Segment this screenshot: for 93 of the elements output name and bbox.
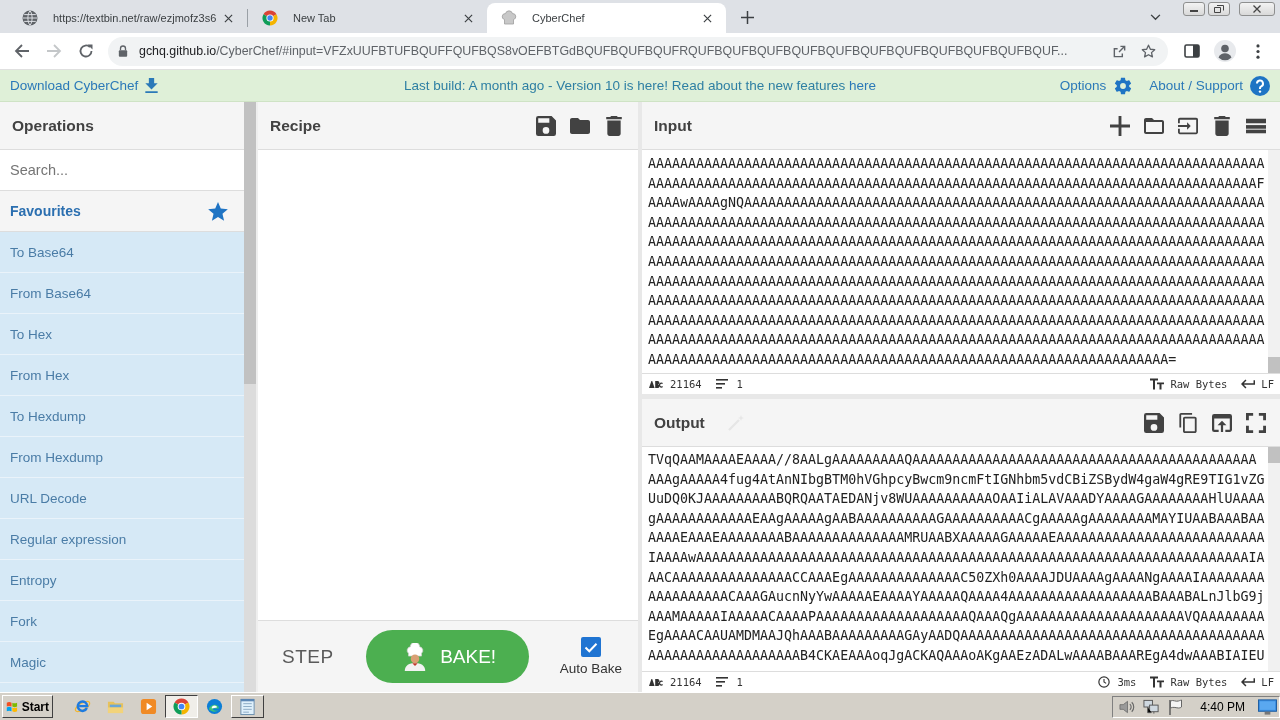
- fullscreen-icon[interactable]: [1246, 412, 1266, 433]
- arrow-into-box-icon[interactable]: [1178, 115, 1198, 136]
- back-arrow-icon[interactable]: [14, 43, 30, 59]
- start-button[interactable]: Start: [2, 695, 53, 718]
- line-count: 1: [736, 378, 743, 390]
- folder-icon[interactable]: [570, 115, 590, 136]
- lock-icon: [118, 45, 128, 57]
- share-icon[interactable]: [1112, 43, 1127, 59]
- plus-icon[interactable]: [1110, 115, 1130, 136]
- close-icon[interactable]: [703, 13, 712, 23]
- close-icon[interactable]: [224, 13, 233, 23]
- minimize-button[interactable]: [1183, 2, 1205, 16]
- panel-title: Output: [654, 413, 705, 432]
- lines-icon: [715, 379, 728, 389]
- folder-icon[interactable]: [1144, 115, 1164, 136]
- plus-icon[interactable]: [741, 11, 754, 24]
- scrollbar-track[interactable]: [1268, 150, 1280, 373]
- panel-title: Input: [654, 116, 692, 135]
- chevron-down-icon[interactable]: [1150, 14, 1161, 21]
- return-arrow-icon: [1241, 378, 1256, 390]
- star-icon[interactable]: [1141, 43, 1156, 59]
- length-count: 21164: [670, 378, 702, 390]
- download-icon: [145, 78, 159, 93]
- trash-icon[interactable]: [604, 115, 624, 136]
- flag-icon[interactable]: [1167, 698, 1185, 715]
- about-link[interactable]: About / Support: [1149, 75, 1270, 96]
- copy-icon[interactable]: [1178, 412, 1198, 433]
- checkbox[interactable]: [580, 637, 601, 657]
- letter-e-logo-icon: [74, 698, 91, 715]
- scrollbar-thumb[interactable]: [1268, 447, 1280, 463]
- trash-icon[interactable]: [1212, 115, 1232, 136]
- monitor-icon[interactable]: [1258, 698, 1277, 715]
- scrollbar-track[interactable]: [244, 102, 256, 692]
- globe-icon: [22, 10, 38, 26]
- browser-logo-icon: [262, 10, 278, 26]
- chef-hat-icon: [501, 10, 517, 26]
- four-color-flag-icon: [6, 699, 19, 714]
- notice-text: Last build: A month ago - Version 10 is here! Read about the new features here: [403, 78, 877, 93]
- font-size-icon: [1150, 676, 1165, 688]
- encoding-label[interactable]: Raw Bytes: [1170, 378, 1228, 390]
- scrollbar-thumb[interactable]: [244, 102, 256, 384]
- speaker-icon[interactable]: [1119, 698, 1137, 715]
- panel-title: Recipe: [270, 116, 321, 135]
- return-arrow-icon: [1241, 676, 1256, 688]
- notepad-icon: [239, 698, 256, 715]
- eol-label[interactable]: LF: [1261, 676, 1274, 688]
- download-link[interactable]: Download CyberChef: [10, 78, 159, 93]
- side-panel-icon[interactable]: [1184, 43, 1200, 59]
- menu-icon[interactable]: [1256, 43, 1260, 59]
- restore-button[interactable]: [1208, 2, 1230, 16]
- input-field[interactable]: AAAAAAAAAAAAAAAAAAAAAAAAAAAAAAAAAAAAAAAAAAAAAAAAAAAAAAAAAAAAAAAAAAAAAAAAAAAAA AAAAAAAAAAAAAAAAAAAAAAAAAAAAAAAAAAAAAAAAAAAAAAAAAAAAAAAAAAAAAAAAAAAAAAAAAAAAF AAAAwAAAAgNQAAAAAAAAAAAAAAAAAAAAAAAAAAAAAAAAAAAAAAAAAAAAAAAAAAAAAAAAAAAAAAAAA AAAAAAAAAAAAAAAAAAAAAAAAAAAAAAAAAAAAAAAAAAAAAAAAAAAAAAAAAAAAAAAAAAAAAAAAAAAAA AAAAAAAAAAAAAAAAAAAAAAAAAAAAAAAAAAAAAAAAAAAAAAAAAAAAAAAAAAAAAAAAAAAAAAAAAAAAA AAAAAAAAAAAAAAAAAAAAAAAAAAAAAAAAAAAAAAAAAAAAAAAAAAAAAAAAAAAAAAAAAAAAAAAAAAAAA AAAAAAAAAAAAAAAAAAAAAAAAAAAAAAAAAAAAAAAAAAAAAAAAAAAAAAAAAAAAAAAAAAAAAAAAAAAAA AAAAAAAAAAAAAAAAAAAAAAAAAAAAAAAAAAAAAAAAAAAAAAAAAAAAAAAAAAAAAAAAAAAAAAAAAAAAA AAAAAAAAAAAAAAAAAAAAAAAAAAAAAAAAAAAAAAAAAAAAAAAAAAAAAAAAAAAAAAAAAAAAAAAAAAAAA AAAAAAAAAAAAAAAAAAAAAAAAAAAAAAAAAAAAAAAAAAAAAAAAAAAAAAAAAAAAAAAAAAAAAAAAAAAAA AAAAAAAAAAAAAAAAAAAAAAAAAAAAAAAAAAAAAAAAAAAAAAAAAAAAAAAAAAAAAAAAA=: [642, 150, 1268, 373]
- length-count: 21164: [670, 676, 702, 688]
- text-length-icon: [649, 678, 663, 686]
- save-icon[interactable]: [1144, 412, 1164, 433]
- star-icon: [208, 201, 228, 221]
- text-length-icon: [649, 380, 663, 388]
- play-icon: [140, 698, 157, 715]
- help-icon: [1250, 75, 1270, 96]
- profile-avatar-icon[interactable]: [1214, 40, 1236, 62]
- address-bar[interactable]: gchq.github.io/CyberChef/#input=VFZxUUFBTUFBQUFFQUFBQS8vOEFBTGdBQUFBQUFBQUFRQUFBQUFBQUFBQUFBQUFBQUFBQUFBQUFBQUFBQUFBQUF...: [108, 36, 1168, 66]
- arrow-up-box-icon[interactable]: [1212, 412, 1232, 433]
- options-link[interactable]: Options: [1059, 75, 1134, 96]
- save-icon[interactable]: [536, 115, 556, 136]
- gear-icon: [1113, 75, 1134, 96]
- scrollbar-track[interactable]: [1268, 447, 1280, 671]
- bake-time: 3ms: [1117, 676, 1137, 688]
- taskbar-button[interactable]: [165, 695, 198, 718]
- step-button[interactable]: STEP: [282, 645, 334, 668]
- encoding-label[interactable]: Raw Bytes: [1170, 676, 1228, 688]
- here-link[interactable]: here: [849, 78, 877, 93]
- browser-tab[interactable]: New Tab: [248, 3, 487, 33]
- swirl-logo-icon: [206, 698, 223, 715]
- close-button[interactable]: [1239, 2, 1275, 16]
- scrollbar-thumb[interactable]: [1268, 357, 1280, 373]
- font-size-icon: [1150, 378, 1165, 390]
- panel-title: Operations: [12, 116, 94, 135]
- clock-icon: [1097, 676, 1112, 688]
- network-icon[interactable]: [1143, 698, 1161, 715]
- favourites-category[interactable]: Favourites: [0, 191, 244, 232]
- checkbox-label: Auto Bake: [559, 661, 622, 676]
- restore-icon: [1214, 5, 1224, 13]
- reload-icon[interactable]: [78, 43, 94, 59]
- close-icon[interactable]: [464, 13, 473, 23]
- bake-button[interactable]: BAKE!: [365, 630, 529, 683]
- close-icon: [1252, 5, 1262, 13]
- browser-tab[interactable]: CyberChef: [487, 3, 726, 33]
- lines-icon: [715, 677, 728, 687]
- browser-tab[interactable]: https://textbin.net/raw/ezjmofz3s6: [8, 3, 247, 33]
- browser-logo-icon: [173, 698, 190, 715]
- output-text-area: TVqQAAMAAAAEAAAA//8AALgAAAAAAAAAQAAAAAAAAAAAAAAAAAAAAAAAAAAAAAAAAAAAAAAAAAAA AAAgAAAAA4fug4AtAnNIbgBTM0hVGhpcyBwcm9ncmFtIGNhbm5vdCBiZSBydW4gaW4gRE9TIG1vZG UuDQ0KJAAAAAAAAABQRQAATAEDANjv8WUAAAAAAAAAAOAAIiALAVAAADYAAAAGAAAAAAAAHlUAAAA gAAAAAAAAAAAAEAAgAAAAAgAABAAAAAAAAAAGAAAAAAAAAACgAAAAAgAAAAAAAAMAYIUAABAAABAA AAAAEAAAEAAAAAAAABAAAAAAAAAAAAAAMRUAABXAAAAAGAAAAAEAAAAAAAAAAAAAAAAAAAAAAAAAA IAAAAwAAAAAAAAAAAAAAAAAAAAAAAAAAAAAAAAAAAAAAAAAAAAAAAAAAAAAAAAAAAAAAAAAAAAAIA AACAAAAAAAAAAAAAAACCAAAEgAAAAAAAAAAAAAAC50ZXh0AAAAJDUAAAAgAAAANgAAAAIAAAAAAAA AAAAAAAAAACAAAGAucnNyYwAAAAAEAAAAYAAAAAQAAAA4AAAAAAAAAAAAAAAAAABAAABALnJlbG9j AAAMAAAAAIAAAAACAAAAPAAAAAAAAAAAAAAAAAAAQAAAQgAAAAAAAAAAAAAAAAAAAAAVQAAAAAAAA EgAAAACAAUAMDMAAJQhAAABAAAAAAAAAGAyAADQAAAAAAAAAAAAAAAAAAAAAAAAAAAAAAAAAAAAAA AAAAAAAAAAAAAAAAAAAB4CKAEAAAoqJgACKAQAAAoAKgAAEzADALwAAAABAAAREgA4dwAAABIAIEU: [642, 447, 1268, 671]
- clock[interactable]: 4:40 PM: [1200, 699, 1245, 714]
- line-count: 1: [736, 676, 743, 688]
- eol-label[interactable]: LF: [1261, 378, 1274, 390]
